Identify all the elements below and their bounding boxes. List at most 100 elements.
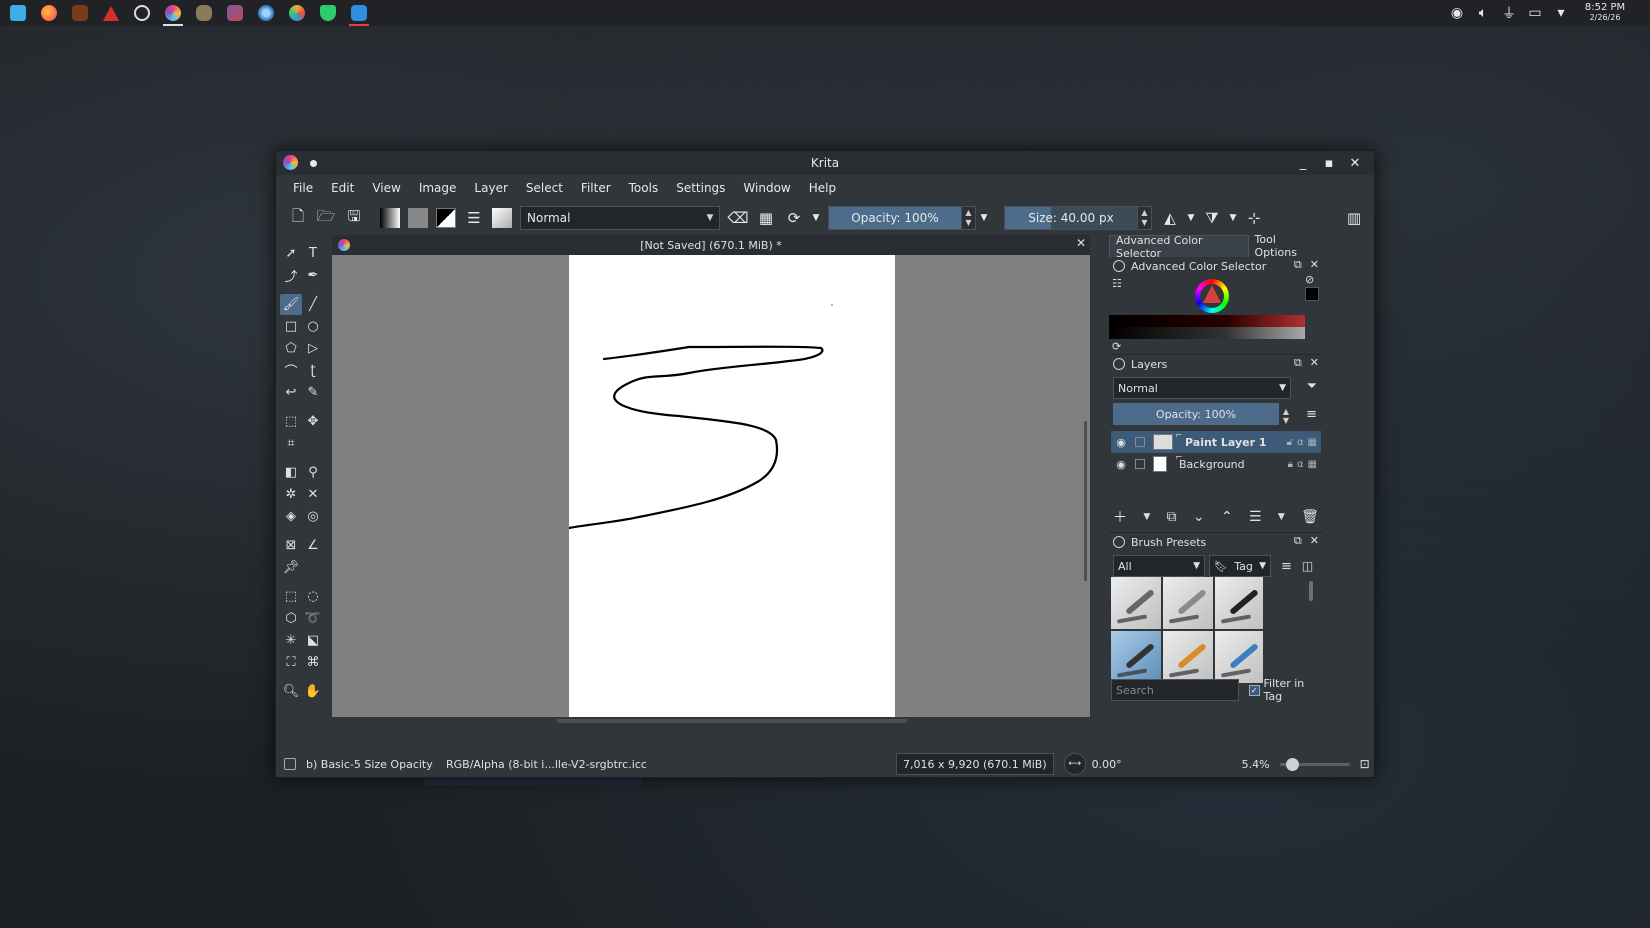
taskbar-app-terminal[interactable] bbox=[346, 1, 372, 26]
color-triangle[interactable] bbox=[1203, 285, 1221, 303]
enclose-fill-tool-icon[interactable]: ◎ bbox=[302, 506, 324, 527]
delete-layer-icon[interactable]: 🗑︎ bbox=[1301, 509, 1319, 525]
layer-properties-chevron-icon[interactable]: ▼ bbox=[1278, 512, 1285, 522]
foreground-color-swatch[interactable] bbox=[1305, 287, 1319, 301]
reference-images-tool-icon[interactable]: 📌︎ bbox=[280, 557, 302, 578]
lock-icon[interactable]: 🔒︎ bbox=[1288, 459, 1293, 470]
multibrush-tool-icon[interactable]: ✎ bbox=[302, 382, 324, 403]
brush-preset-item[interactable] bbox=[1215, 577, 1263, 629]
vertical-scrollbar[interactable] bbox=[1082, 401, 1090, 601]
freehand-path-tool-icon[interactable]: ʈ bbox=[302, 360, 324, 381]
similar-color-selection-tool-icon[interactable]: ⬕ bbox=[302, 630, 324, 651]
magnetic-selection-tool-icon[interactable]: ⌘ bbox=[302, 652, 324, 673]
ellipse-tool-icon[interactable]: ○ bbox=[302, 316, 324, 337]
color-settings-icon[interactable]: ☷ bbox=[1112, 277, 1122, 290]
mirror-horizontal-icon[interactable]: ◭ bbox=[1156, 204, 1184, 232]
window-menu-dot-icon[interactable] bbox=[310, 160, 317, 167]
contiguous-selection-tool-icon[interactable]: ✳ bbox=[280, 630, 302, 651]
crop-tool-icon[interactable]: ⌗ bbox=[280, 433, 302, 454]
zoom-slider[interactable] bbox=[1279, 754, 1350, 774]
size-spinner[interactable]: ▲ ▼ bbox=[1138, 206, 1152, 230]
brush-preset-item[interactable] bbox=[1111, 577, 1161, 629]
fit-to-view-icon[interactable]: ⊡ bbox=[1360, 757, 1370, 771]
alpha-lock-icon[interactable]: α bbox=[1297, 437, 1304, 448]
layer-menu-icon[interactable]: ≡ bbox=[1306, 407, 1317, 422]
preserve-alpha-icon[interactable]: ▦ bbox=[752, 204, 780, 232]
pan-tool-icon[interactable]: ✋ bbox=[302, 681, 324, 702]
panel-lock-icon[interactable] bbox=[1113, 536, 1125, 548]
polygonal-selection-tool-icon[interactable]: ⬡ bbox=[280, 608, 302, 629]
menu-layer[interactable]: Layer bbox=[465, 175, 516, 201]
add-layer-icon[interactable]: ＋ bbox=[1113, 507, 1127, 527]
brush-preset-item[interactable] bbox=[1215, 631, 1263, 683]
alpha-lock-icon[interactable]: α bbox=[1297, 459, 1304, 470]
blend-mode-select[interactable]: Normal ▼ bbox=[520, 206, 720, 230]
more-chevron-icon[interactable]: ▼ bbox=[808, 204, 824, 232]
canvas-paper[interactable] bbox=[569, 255, 895, 717]
assistant-tool-icon[interactable]: ⊠ bbox=[280, 535, 302, 556]
clear-color-icon[interactable]: ⊘ bbox=[1305, 273, 1314, 286]
close-panel-icon[interactable]: ✕ bbox=[1310, 534, 1319, 548]
float-panel-icon[interactable]: ⧉ bbox=[1294, 534, 1302, 548]
menu-tools[interactable]: Tools bbox=[620, 175, 668, 201]
select-shapes-tool-icon[interactable]: ➚ bbox=[280, 243, 302, 264]
dynamic-brush-tool-icon[interactable]: ↩ bbox=[280, 382, 302, 403]
freehand-brush-tool-icon[interactable]: 🖌︎ bbox=[280, 294, 302, 315]
polygon-tool-icon[interactable]: ⬠ bbox=[280, 338, 302, 359]
horizontal-scrollbar[interactable] bbox=[332, 717, 1090, 725]
reload-preset-icon[interactable]: ⟳ bbox=[780, 204, 808, 232]
float-panel-icon[interactable]: ⧉ bbox=[1294, 258, 1302, 272]
open-document-icon[interactable]: 🗁 bbox=[312, 204, 340, 232]
panel-lock-icon[interactable] bbox=[1113, 260, 1125, 272]
title-bar[interactable]: Krita _ ▪ ✕ bbox=[276, 151, 1374, 175]
size-slider[interactable]: Size: 40.00 px bbox=[1004, 206, 1138, 230]
edit-shapes-tool-icon[interactable]: ⤴ bbox=[280, 265, 302, 286]
brush-search-input[interactable]: Search bbox=[1111, 679, 1239, 701]
color-history-bar[interactable] bbox=[1109, 315, 1305, 327]
gradient-selector-icon[interactable] bbox=[376, 204, 404, 232]
brush-settings-icon[interactable]: ☰ bbox=[460, 204, 488, 232]
new-document-icon[interactable]: 🗋 bbox=[284, 204, 312, 232]
taskbar-app-krita[interactable] bbox=[160, 1, 186, 26]
canvas-area[interactable] bbox=[332, 255, 1090, 717]
menu-edit[interactable]: Edit bbox=[322, 175, 363, 201]
tray-expand-icon[interactable]: ▾ bbox=[1548, 1, 1574, 25]
lock-icon[interactable]: 🔓︎ bbox=[1286, 437, 1292, 448]
refresh-colors-icon[interactable]: ⟳ bbox=[1112, 340, 1121, 353]
brush-options-icon[interactable]: ◫ bbox=[1302, 559, 1313, 573]
display-icon[interactable]: ▭ bbox=[1522, 1, 1548, 25]
taskbar-app-launcher[interactable] bbox=[5, 1, 31, 25]
maximize-button[interactable]: ▪ bbox=[1316, 151, 1342, 175]
menu-window[interactable]: Window bbox=[734, 175, 799, 201]
polyline-tool-icon[interactable]: ▷ bbox=[302, 338, 324, 359]
text-tool-icon[interactable]: T bbox=[302, 243, 324, 264]
float-panel-icon[interactable]: ⧉ bbox=[1294, 356, 1302, 370]
checkers-icon[interactable]: ▦ bbox=[1308, 437, 1317, 448]
pattern-selector-icon[interactable] bbox=[404, 204, 432, 232]
document-close-icon[interactable]: ✕ bbox=[1076, 236, 1086, 250]
taskbar-app-color-wheel[interactable] bbox=[284, 1, 310, 25]
layer-filter-icon[interactable]: ⏷ bbox=[1307, 379, 1317, 394]
rotation-knob-icon[interactable]: ⟷ bbox=[1063, 753, 1086, 775]
taskbar-app-red[interactable] bbox=[98, 1, 124, 25]
brush-preset-icon[interactable] bbox=[488, 204, 516, 232]
zoom-tool-icon[interactable]: 🔍︎ bbox=[280, 681, 302, 702]
rectangle-tool-icon[interactable]: □ bbox=[280, 316, 302, 337]
filter-in-tag-checkbox[interactable]: ✓ Filter in Tag bbox=[1249, 677, 1323, 703]
duplicate-layer-icon[interactable]: ⧉ bbox=[1167, 509, 1177, 525]
workspace-chooser-icon[interactable]: ▥ bbox=[1340, 204, 1368, 232]
taskbar-app-firefox[interactable] bbox=[36, 1, 62, 25]
menu-filter[interactable]: Filter bbox=[572, 175, 620, 201]
horizontal-scroll-thumb[interactable] bbox=[557, 719, 907, 723]
add-layer-chevron-icon[interactable]: ▼ bbox=[1143, 512, 1150, 522]
panel-lock-icon[interactable] bbox=[1113, 358, 1125, 370]
layer-opacity-spinner[interactable]: ▲ ▼ bbox=[1279, 405, 1293, 427]
fill-tool-icon[interactable]: ◈ bbox=[280, 506, 302, 527]
inherit-alpha-icon[interactable]: ⌐ bbox=[1175, 431, 1183, 441]
vertical-scroll-thumb[interactable] bbox=[1084, 421, 1087, 581]
smart-patch-tool-icon[interactable]: ✕ bbox=[302, 484, 324, 505]
opacity-chevron-icon[interactable]: ▼ bbox=[976, 204, 992, 232]
visibility-eye-icon[interactable]: ◉ bbox=[1111, 436, 1131, 449]
steam-tray-icon[interactable]: ◉ bbox=[1444, 1, 1470, 25]
layer-checkbox[interactable] bbox=[1135, 459, 1145, 469]
